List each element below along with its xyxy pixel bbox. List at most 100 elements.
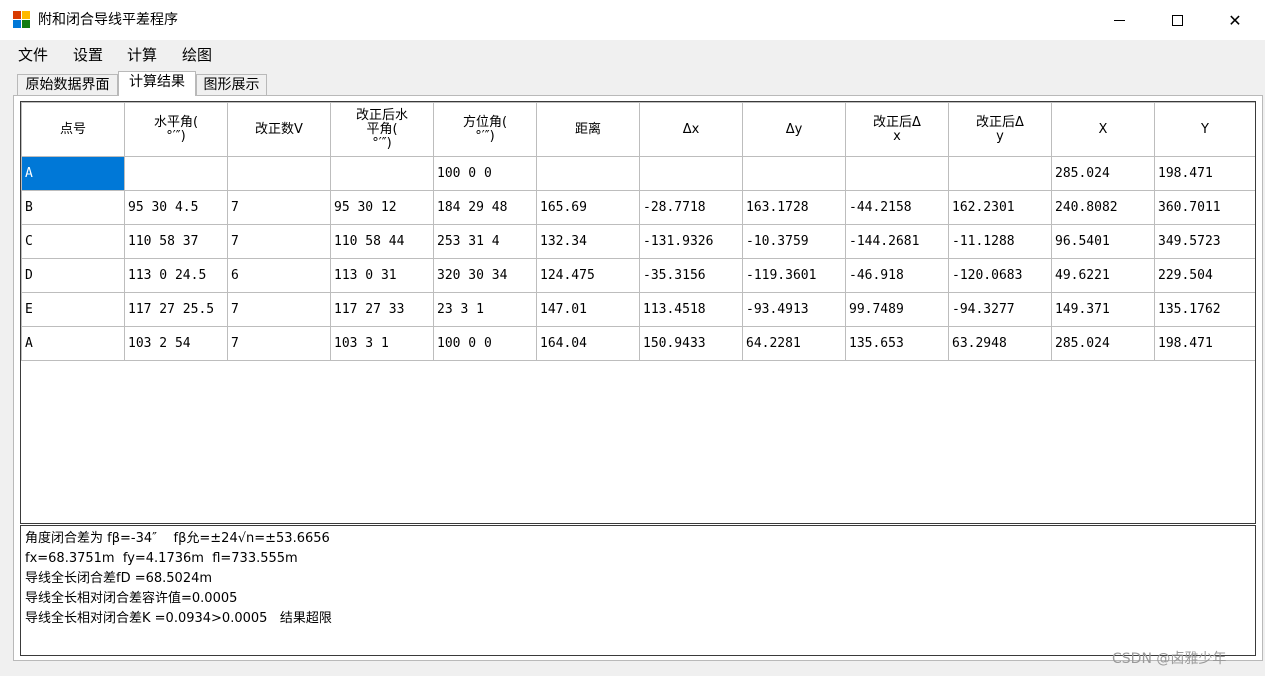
table-cell[interactable]: 320 30 34: [433, 258, 537, 293]
col-header-dx[interactable]: Δx: [639, 102, 743, 157]
table-cell[interactable]: [124, 156, 228, 191]
table-cell[interactable]: [845, 156, 949, 191]
table-cell[interactable]: [742, 156, 846, 191]
table-cell[interactable]: -46.918: [845, 258, 949, 293]
table-cell[interactable]: -35.3156: [639, 258, 743, 293]
table-cell[interactable]: 198.471: [1154, 326, 1255, 361]
menu-settings[interactable]: 设置: [71, 45, 105, 65]
table-cell[interactable]: 49.6221: [1051, 258, 1155, 293]
table-cell[interactable]: 95 30 12: [330, 190, 434, 225]
table-cell[interactable]: 229.504: [1154, 258, 1255, 293]
table-cell[interactable]: [948, 156, 1052, 191]
table-cell[interactable]: 360.7011: [1154, 190, 1255, 225]
table-cell[interactable]: 110 58 37: [124, 224, 228, 259]
menu-draw[interactable]: 绘图: [180, 45, 214, 65]
table-cell[interactable]: 7: [227, 292, 331, 327]
table-cell[interactable]: 117 27 33: [330, 292, 434, 327]
table-cell[interactable]: 124.475: [536, 258, 640, 293]
table-cell[interactable]: 95 30 4.5: [124, 190, 228, 225]
table-cell[interactable]: 63.2948: [948, 326, 1052, 361]
table-cell[interactable]: 164.04: [536, 326, 640, 361]
col-header-correction[interactable]: 改正数V: [227, 102, 331, 157]
table-cell[interactable]: -120.0683: [948, 258, 1052, 293]
tab-raw-data[interactable]: 原始数据界面: [17, 74, 118, 96]
table-cell[interactable]: 113 0 24.5: [124, 258, 228, 293]
table-cell[interactable]: -10.3759: [742, 224, 846, 259]
close-button[interactable]: ✕: [1206, 0, 1264, 40]
table-cell[interactable]: 23 3 1: [433, 292, 537, 327]
table-row[interactable]: D 113 0 24.5 6 113 0 31 320 30 34 124.475 -35.…: [21, 258, 1255, 293]
col-header-distance[interactable]: 距离: [536, 102, 640, 157]
table-cell[interactable]: 240.8082: [1051, 190, 1155, 225]
table-cell[interactable]: 100 0 0: [433, 326, 537, 361]
table-cell[interactable]: -144.2681: [845, 224, 949, 259]
tab-graphics[interactable]: 图形展示: [196, 74, 267, 96]
table-cell[interactable]: 349.5723: [1154, 224, 1255, 259]
table-cell[interactable]: 285.024: [1051, 326, 1155, 361]
app-icon[interactable]: [13, 11, 30, 28]
table-cell[interactable]: D: [21, 258, 125, 293]
table-cell[interactable]: 110 58 44: [330, 224, 434, 259]
table-row[interactable]: A 103 2 54 7 103 3 1 100 0 0 164.04 150.9433 64…: [21, 326, 1255, 361]
table-row[interactable]: C 110 58 37 7 110 58 44 253 31 4 132.34 -131.9…: [21, 224, 1255, 259]
minimize-button[interactable]: [1090, 0, 1148, 40]
table-cell[interactable]: 7: [227, 190, 331, 225]
col-header-azimuth[interactable]: 方位角( °′″): [433, 102, 537, 157]
table-cell[interactable]: 135.653: [845, 326, 949, 361]
table-cell[interactable]: 113.4518: [639, 292, 743, 327]
table-cell[interactable]: -94.3277: [948, 292, 1052, 327]
table-cell[interactable]: 6: [227, 258, 331, 293]
table-cell[interactable]: A: [21, 326, 125, 361]
col-header-y[interactable]: Y: [1154, 102, 1255, 157]
table-cell[interactable]: [227, 156, 331, 191]
table-cell[interactable]: 7: [227, 326, 331, 361]
table-cell[interactable]: 285.024: [1051, 156, 1155, 191]
maximize-button[interactable]: [1148, 0, 1206, 40]
col-header-dy[interactable]: Δy: [742, 102, 846, 157]
table-cell[interactable]: 147.01: [536, 292, 640, 327]
table-cell[interactable]: 103 3 1: [330, 326, 434, 361]
table-row[interactable]: A 100 0 0 285.024 198.471: [21, 156, 1255, 191]
table-cell[interactable]: 103 2 54: [124, 326, 228, 361]
menu-calculate[interactable]: 计算: [125, 45, 159, 65]
table-cell[interactable]: 135.1762: [1154, 292, 1255, 327]
table-row[interactable]: B 95 30 4.5 7 95 30 12 184 29 48 165.69 -28.77…: [21, 190, 1255, 225]
table-cell[interactable]: 162.2301: [948, 190, 1052, 225]
col-header-corrected-dx[interactable]: 改正后Δ x: [845, 102, 949, 157]
table-cell[interactable]: 100 0 0: [433, 156, 537, 191]
table-cell[interactable]: -119.3601: [742, 258, 846, 293]
table-cell[interactable]: 132.34: [536, 224, 640, 259]
table-cell[interactable]: 96.5401: [1051, 224, 1155, 259]
table-cell[interactable]: 7: [227, 224, 331, 259]
table-cell[interactable]: 64.2281: [742, 326, 846, 361]
table-cell[interactable]: C: [21, 224, 125, 259]
table-cell[interactable]: -44.2158: [845, 190, 949, 225]
table-cell[interactable]: E: [21, 292, 125, 327]
table-cell[interactable]: 150.9433: [639, 326, 743, 361]
table-cell[interactable]: 165.69: [536, 190, 640, 225]
table-cell[interactable]: [639, 156, 743, 191]
table-cell[interactable]: 113 0 31: [330, 258, 434, 293]
table-cell[interactable]: [536, 156, 640, 191]
tab-results[interactable]: 计算结果: [118, 71, 196, 96]
table-cell[interactable]: -131.9326: [639, 224, 743, 259]
col-header-horizontal-angle[interactable]: 水平角( °′″): [124, 102, 228, 157]
results-grid[interactable]: 点号 水平角( °′″) 改正数V 改正后水 平角( °′″) 方位角( °′″…: [20, 101, 1256, 524]
table-cell[interactable]: 198.471: [1154, 156, 1255, 191]
table-cell[interactable]: A: [21, 156, 125, 191]
table-cell[interactable]: [330, 156, 434, 191]
table-row[interactable]: E 117 27 25.5 7 117 27 33 23 3 1 147.01 113.45…: [21, 292, 1255, 327]
col-header-point[interactable]: 点号: [21, 102, 125, 157]
table-cell[interactable]: -11.1288: [948, 224, 1052, 259]
table-cell[interactable]: 184 29 48: [433, 190, 537, 225]
table-cell[interactable]: B: [21, 190, 125, 225]
table-cell[interactable]: 117 27 25.5: [124, 292, 228, 327]
table-cell[interactable]: -93.4913: [742, 292, 846, 327]
table-cell[interactable]: 99.7489: [845, 292, 949, 327]
result-textbox[interactable]: 角度闭合差为 fβ=-34″ fβ允=±24√n=±53.6656 fx=68.…: [20, 525, 1256, 656]
table-cell[interactable]: 163.1728: [742, 190, 846, 225]
table-cell[interactable]: -28.7718: [639, 190, 743, 225]
col-header-corrected-dy[interactable]: 改正后Δ y: [948, 102, 1052, 157]
table-cell[interactable]: 149.371: [1051, 292, 1155, 327]
col-header-corrected-angle[interactable]: 改正后水 平角( °′″): [330, 102, 434, 157]
